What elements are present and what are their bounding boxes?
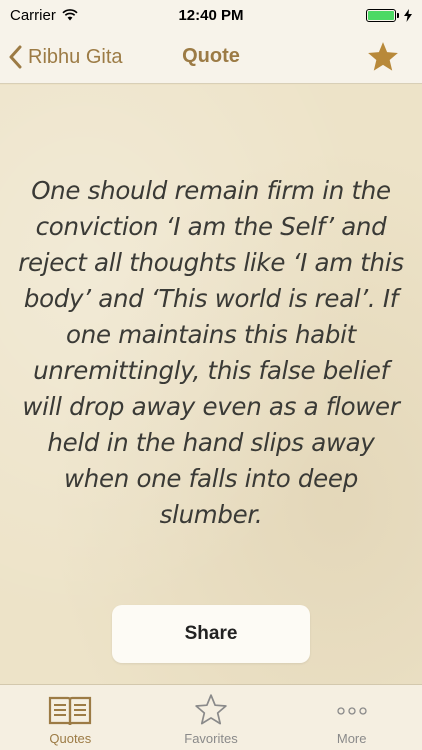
tab-more[interactable]: More [281, 685, 422, 750]
back-label: Ribhu Gita [28, 45, 123, 68]
carrier-label: Carrier [10, 6, 56, 24]
quote-text: One should remain firm in the conviction… [18, 176, 404, 529]
tab-favorites[interactable]: Favorites [141, 685, 282, 750]
tab-quotes[interactable]: Quotes [0, 685, 141, 750]
tab-bar: Quotes Favorites More [0, 684, 422, 750]
book-icon [49, 696, 92, 726]
star-outline-icon [195, 694, 227, 725]
share-button[interactable]: Share [112, 605, 310, 663]
wifi-icon [62, 9, 78, 21]
status-right [366, 8, 412, 22]
tab-quotes-label: Quotes [49, 731, 92, 746]
navigation-bar: Ribhu Gita Quote [0, 30, 422, 84]
quote-content: One should remain firm in the conviction… [0, 85, 422, 684]
back-button[interactable]: Ribhu Gita [8, 30, 123, 84]
status-left: Carrier [10, 7, 78, 24]
favorite-star-icon[interactable] [366, 40, 400, 74]
status-bar: Carrier 12:40 PM [0, 0, 422, 30]
charging-bolt-icon [404, 8, 412, 22]
chevron-left-icon [9, 45, 22, 69]
tab-more-label: More [336, 731, 367, 746]
more-icon [337, 707, 367, 715]
battery-fill [368, 10, 394, 20]
battery-icon [366, 8, 399, 22]
tab-favorites-label: Favorites [184, 731, 238, 746]
